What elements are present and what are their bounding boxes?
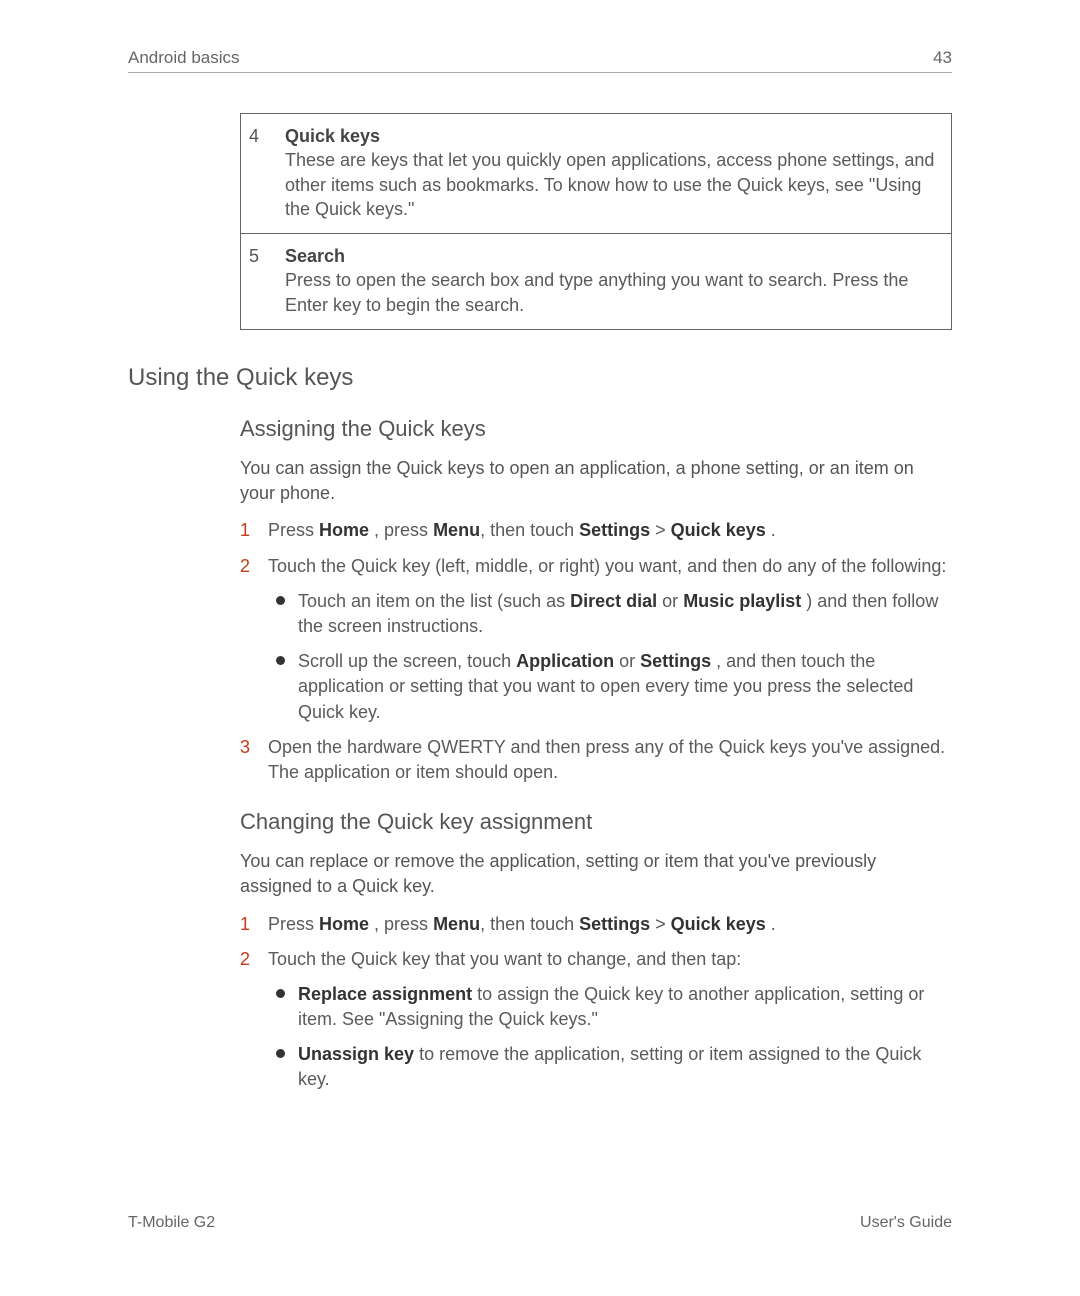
step-item: 2 Touch the Quick key that you want to c… [240,947,952,1093]
header-page-number: 43 [933,48,952,68]
step-list: 1 Press Home , press Menu, then touch Se… [240,518,952,785]
text: Press [268,914,319,934]
step-item: 3 Open the hardware QWERTY and then pres… [240,735,952,785]
label-home: Home [319,520,369,540]
step-body: Press Home , press Menu, then touch Sett… [268,912,952,937]
header-divider [128,72,952,73]
label-replace-assignment: Replace assignment [298,984,472,1004]
section-heading-using-quick-keys: Using the Quick keys [128,364,952,392]
label-settings: Settings [640,651,711,671]
info-box-row: 4 Quick keys These are keys that let you… [240,113,952,234]
bullet-list: Replace assignment to assign the Quick k… [272,982,952,1093]
subheading-changing: Changing the Quick key assignment [240,809,952,835]
text: , press [369,914,433,934]
text: , then touch [480,914,579,934]
info-box-number: 5 [249,244,285,317]
page-footer: T-Mobile G2 User's Guide [128,1214,952,1232]
label-direct-dial: Direct dial [570,591,657,611]
info-box-body: Quick keys These are keys that let you q… [285,124,941,221]
info-box-row: 5 Search Press to open the search box an… [240,234,952,330]
page: Android basics 43 4 Quick keys These are… [0,0,1080,1296]
paragraph: You can replace or remove the applicatio… [240,849,952,899]
step-item: 1 Press Home , press Menu, then touch Se… [240,912,952,937]
label-quick-keys: Quick keys [671,520,766,540]
bullet-list: Touch an item on the list (such as Direc… [272,589,952,725]
paragraph: You can assign the Quick keys to open an… [240,456,952,506]
text: Touch the Quick key (left, middle, or ri… [268,556,946,576]
subheading-assigning: Assigning the Quick keys [240,416,952,442]
step-item: 2 Touch the Quick key (left, middle, or … [240,554,952,725]
step-body: Touch the Quick key (left, middle, or ri… [268,554,952,725]
label-menu: Menu [433,520,480,540]
text: or [657,591,683,611]
label-application: Application [516,651,614,671]
label-quick-keys: Quick keys [671,914,766,934]
text: Press [268,520,319,540]
step-number: 1 [240,518,268,543]
bullet-item: Scroll up the screen, touch Application … [272,649,952,725]
step-body: Touch the Quick key that you want to cha… [268,947,952,1093]
bullet-item: Replace assignment to assign the Quick k… [272,982,952,1032]
step-list: 1 Press Home , press Menu, then touch Se… [240,912,952,1093]
info-box-title: Search [285,246,345,266]
text: , then touch [480,520,579,540]
text: . [766,914,776,934]
main-content: 4 Quick keys These are keys that let you… [240,113,952,330]
text: , press [369,520,433,540]
header-chapter: Android basics [128,48,240,68]
info-box-title: Quick keys [285,126,380,146]
page-header: Android basics 43 [128,48,952,68]
text: > [650,520,671,540]
label-menu: Menu [433,914,480,934]
text: . [766,520,776,540]
bullet-item: Unassign key to remove the application, … [272,1042,952,1092]
label-unassign-key: Unassign key [298,1044,414,1064]
footer-guide: User's Guide [860,1214,952,1232]
info-box-desc: These are keys that let you quickly open… [285,150,934,219]
bullet-item: Touch an item on the list (such as Direc… [272,589,952,639]
step-number: 2 [240,947,268,1093]
section-body: Assigning the Quick keys You can assign … [240,416,952,1093]
step-body: Open the hardware QWERTY and then press … [268,735,952,785]
step-number: 2 [240,554,268,725]
label-settings: Settings [579,520,650,540]
info-box-body: Search Press to open the search box and … [285,244,941,317]
label-settings: Settings [579,914,650,934]
step-number: 1 [240,912,268,937]
footer-product: T-Mobile G2 [128,1214,215,1232]
label-music-playlist: Music playlist [683,591,801,611]
text: > [650,914,671,934]
info-box-desc: Press to open the search box and type an… [285,270,908,314]
info-box-number: 4 [249,124,285,221]
text: or [614,651,640,671]
text: Scroll up the screen, touch [298,651,516,671]
label-home: Home [319,914,369,934]
step-item: 1 Press Home , press Menu, then touch Se… [240,518,952,543]
text: Touch the Quick key that you want to cha… [268,949,741,969]
step-body: Press Home , press Menu, then touch Sett… [268,518,952,543]
step-number: 3 [240,735,268,785]
text: Touch an item on the list (such as [298,591,570,611]
